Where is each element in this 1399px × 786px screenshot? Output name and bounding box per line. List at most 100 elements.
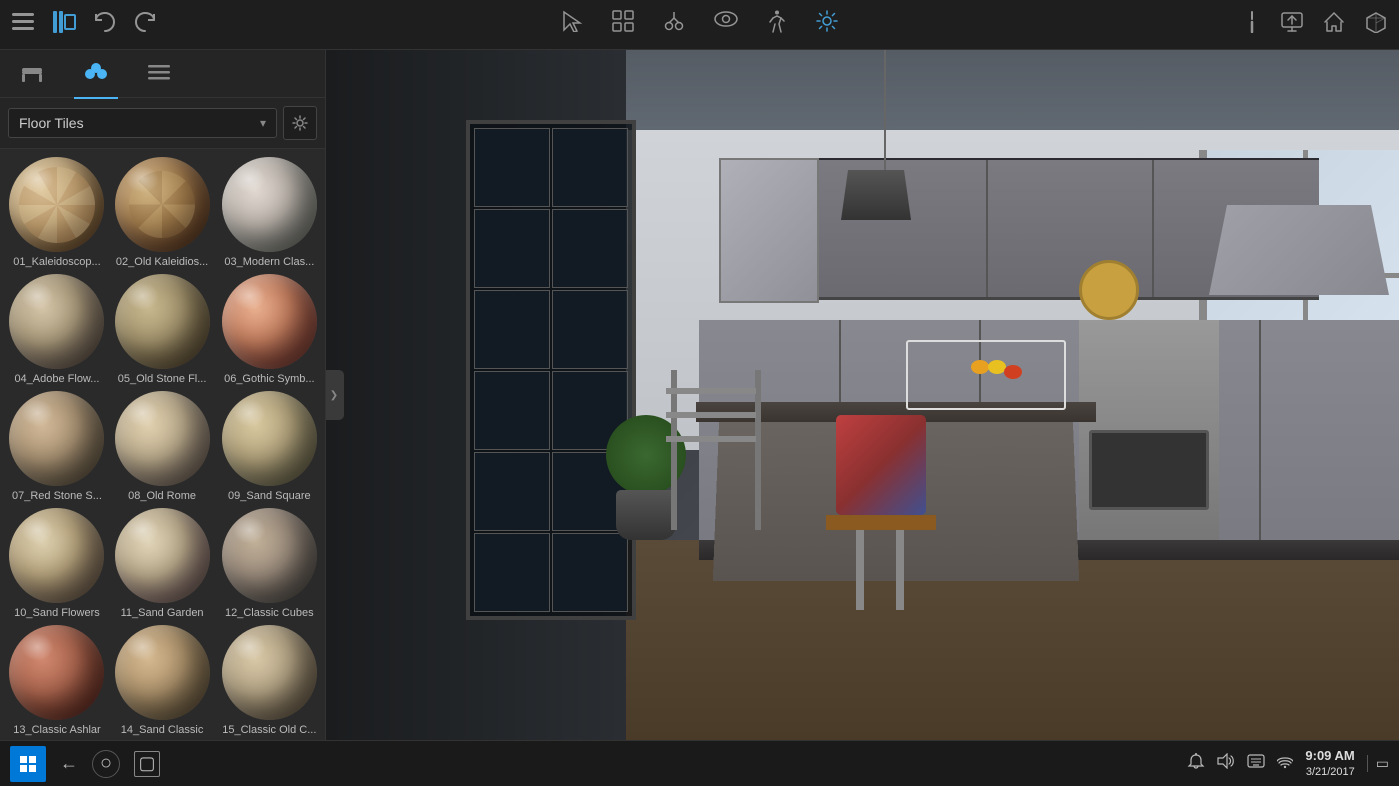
chevron-down-icon: ▾ (260, 116, 266, 130)
range-hood (1209, 205, 1389, 295)
material-item-1[interactable]: 01_Kaleidoscop... (8, 157, 106, 268)
material-item-9[interactable]: 09_Sand Square (218, 391, 320, 502)
show-desktop-button[interactable]: ▭ (1367, 755, 1389, 772)
cart-shelf (666, 412, 756, 418)
task-view-button[interactable]: ▢ (134, 751, 160, 777)
material-sphere-3 (222, 157, 317, 252)
home-render-icon[interactable] (1323, 11, 1345, 39)
material-label-1: 01_Kaleidoscop... (8, 256, 106, 268)
select-arrow-icon[interactable] (562, 10, 582, 40)
info-icon[interactable] (1243, 11, 1261, 39)
main-area: Floor Tiles ▾ 01_Kaleidoscop... 02_Old Ka… (0, 50, 1399, 740)
redo-icon[interactable] (134, 12, 156, 38)
notification-icon[interactable] (1187, 752, 1205, 775)
material-sphere-12 (222, 508, 317, 603)
material-label-13: 13_Classic Ashlar (8, 724, 106, 736)
bar-chair (826, 430, 946, 610)
viewport[interactable]: ❯ (326, 50, 1399, 740)
back-button[interactable]: ← (60, 753, 78, 774)
material-item-3[interactable]: 03_Modern Clas... (218, 157, 320, 268)
glass-pane (552, 209, 628, 288)
walk-mode-icon[interactable] (768, 10, 786, 40)
material-item-5[interactable]: 05_Old Stone Fl... (112, 274, 212, 385)
eye-view-icon[interactable] (714, 10, 738, 40)
material-sphere-6 (222, 274, 317, 369)
material-item-2[interactable]: 02_Old Kaleidios... (112, 157, 212, 268)
material-sphere-7 (9, 391, 104, 486)
stove (1079, 320, 1219, 540)
material-sphere-9 (222, 391, 317, 486)
glass-pane (552, 128, 628, 207)
cabinet-divider (986, 160, 988, 297)
network-icon[interactable] (1277, 753, 1293, 774)
material-sphere-8 (115, 391, 210, 486)
screen-export-icon[interactable] (1281, 12, 1303, 38)
undo-icon[interactable] (94, 12, 116, 38)
material-label-14: 14_Sand Classic (112, 724, 212, 736)
fridge (719, 158, 819, 303)
panel-tabs (0, 50, 325, 98)
menu-icon[interactable] (12, 13, 34, 37)
material-item-10[interactable]: 10_Sand Flowers (8, 508, 106, 619)
kitchen-scene: ❯ (326, 50, 1399, 740)
date-display: 3/21/2017 (1305, 765, 1354, 780)
material-label-6: 06_Gothic Symb... (218, 373, 320, 385)
volume-icon[interactable] (1217, 753, 1235, 774)
glass-pane (474, 209, 550, 288)
chair-back (836, 415, 926, 515)
tab-materials[interactable] (74, 57, 118, 91)
material-label-11: 11_Sand Garden (112, 607, 212, 619)
3d-box-icon[interactable] (1365, 11, 1387, 39)
material-label-7: 07_Red Stone S... (8, 490, 106, 502)
glass-pane (474, 128, 550, 207)
library-icon[interactable] (52, 11, 76, 39)
glass-pane (474, 533, 550, 612)
fruit-red (1004, 365, 1022, 379)
settings-button[interactable] (283, 106, 317, 140)
material-item-14[interactable]: 14_Sand Classic (112, 625, 212, 736)
material-item-6[interactable]: 06_Gothic Symb... (218, 274, 320, 385)
toolbar (0, 0, 1399, 50)
material-label-15: 15_Classic Old C... (218, 724, 320, 736)
material-sphere-1 (9, 157, 104, 252)
fruit-banana (971, 360, 989, 374)
sun-lighting-icon[interactable] (816, 10, 838, 40)
material-sphere-4 (9, 274, 104, 369)
metal-cart (666, 370, 766, 530)
material-item-11[interactable]: 11_Sand Garden (112, 508, 212, 619)
material-item-4[interactable]: 04_Adobe Flow... (8, 274, 106, 385)
cart-leg-left (671, 370, 677, 530)
material-item-12[interactable]: 12_Classic Cubes (218, 508, 320, 619)
start-button[interactable] (10, 746, 46, 782)
material-label-12: 12_Classic Cubes (218, 607, 320, 619)
group-icon[interactable] (612, 10, 634, 40)
material-label-10: 10_Sand Flowers (8, 607, 106, 619)
chair-leg-right (896, 530, 904, 610)
material-sphere-13 (9, 625, 104, 720)
tab-furniture[interactable] (10, 57, 54, 91)
tab-list[interactable] (138, 59, 180, 89)
category-dropdown-label: Floor Tiles (19, 115, 84, 131)
material-item-8[interactable]: 08_Old Rome (112, 391, 212, 502)
search-button[interactable]: ○ (92, 750, 120, 778)
cart-leg-right (755, 370, 761, 530)
keyboard-icon[interactable] (1247, 754, 1265, 773)
pendant-cord (884, 50, 886, 170)
material-sphere-2 (115, 157, 210, 252)
panel-collapse-button[interactable]: ❯ (326, 370, 342, 420)
taskbar-clock[interactable]: 9:09 AM 3/21/2017 (1305, 747, 1354, 781)
glass-door (466, 120, 636, 620)
material-label-4: 04_Adobe Flow... (8, 373, 106, 385)
left-panel: Floor Tiles ▾ 01_Kaleidoscop... 02_Old Ka… (0, 50, 326, 740)
oven-window (1089, 430, 1209, 510)
material-grid: 01_Kaleidoscop... 02_Old Kaleidios...03_M… (0, 149, 325, 740)
material-item-15[interactable]: 15_Classic Old C... (218, 625, 320, 736)
material-sphere-10 (9, 508, 104, 603)
glass-pane (552, 533, 628, 612)
chair-seat (826, 515, 936, 530)
scissors-icon[interactable] (664, 10, 684, 40)
panel-filter: Floor Tiles ▾ (0, 98, 325, 149)
material-item-13[interactable]: 13_Classic Ashlar (8, 625, 106, 736)
category-dropdown[interactable]: Floor Tiles ▾ (8, 108, 277, 138)
material-item-7[interactable]: 07_Red Stone S... (8, 391, 106, 502)
